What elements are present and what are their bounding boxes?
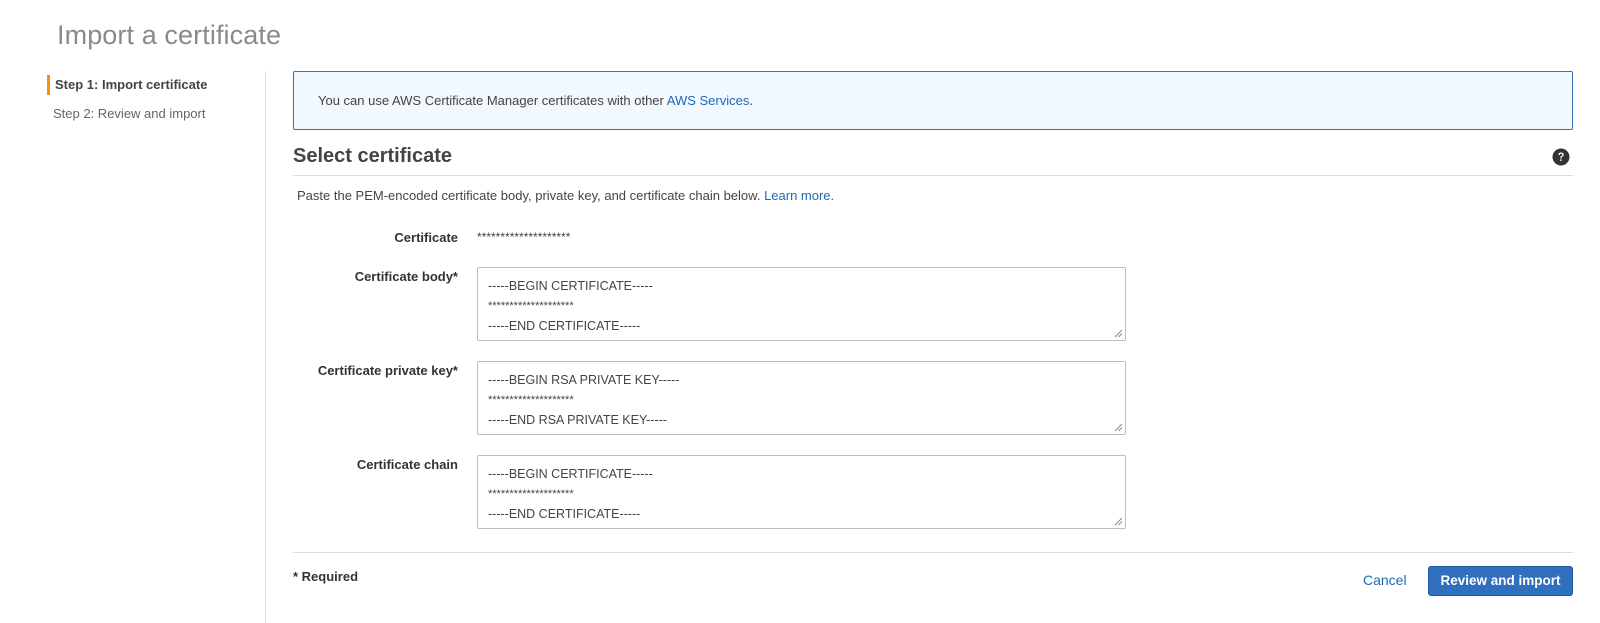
textarea-line: ******************** xyxy=(488,300,574,312)
textarea-line: -----BEGIN CERTIFICATE----- xyxy=(488,467,653,481)
page-title: Import a certificate xyxy=(57,20,282,50)
aws-services-link[interactable]: AWS Services xyxy=(667,93,750,108)
section-divider xyxy=(293,175,1573,176)
certificate-private-key-label: Certificate private key* xyxy=(317,363,458,378)
textarea-line: ******************** xyxy=(488,394,574,406)
certificate-body-label: Certificate body* xyxy=(354,269,458,284)
wizard-steps: Step 1: Import certificate Step 2: Revie… xyxy=(47,75,267,133)
certificate-label: Certificate xyxy=(394,230,458,245)
step-review-and-import[interactable]: Step 2: Review and import xyxy=(47,104,267,124)
description-text: Paste the PEM-encoded certificate body, … xyxy=(297,188,765,203)
cancel-button[interactable]: Cancel xyxy=(1363,572,1407,588)
review-and-import-button[interactable]: Review and import xyxy=(1428,566,1573,596)
sidebar-divider xyxy=(265,71,266,623)
resize-grip-icon[interactable] xyxy=(1114,423,1123,432)
info-suffix: . xyxy=(749,93,753,108)
textarea-line: -----END CERTIFICATE----- xyxy=(488,507,641,521)
textarea-line: -----BEGIN CERTIFICATE----- xyxy=(488,279,653,293)
info-alert: You can use AWS Certificate Manager cert… xyxy=(293,71,1573,130)
info-message: You can use AWS Certificate Manager cert… xyxy=(318,93,753,108)
certificate-chain-textarea[interactable]: -----BEGIN CERTIFICATE----- ************… xyxy=(477,455,1126,529)
section-title: Select certificate xyxy=(293,145,452,167)
certificate-body-textarea[interactable]: -----BEGIN CERTIFICATE----- ************… xyxy=(477,267,1126,341)
certificate-chain-label: Certificate chain xyxy=(356,457,458,472)
footer-divider xyxy=(293,552,1573,553)
learn-more-link[interactable]: Learn more. xyxy=(764,188,834,203)
question-circle-icon[interactable] xyxy=(1552,148,1570,166)
certificate-value: ******************** xyxy=(477,230,571,244)
info-text: You can use AWS Certificate Manager cert… xyxy=(318,93,667,108)
resize-grip-icon[interactable] xyxy=(1114,329,1123,338)
certificate-private-key-textarea[interactable]: -----BEGIN RSA PRIVATE KEY----- ********… xyxy=(477,361,1126,435)
step-import-certificate[interactable]: Step 1: Import certificate xyxy=(47,75,267,95)
textarea-line: -----END RSA PRIVATE KEY----- xyxy=(488,413,667,427)
textarea-line: -----BEGIN RSA PRIVATE KEY----- xyxy=(488,373,680,387)
textarea-line: ******************** xyxy=(488,488,574,500)
required-note: * Required xyxy=(293,569,359,584)
section-description: Paste the PEM-encoded certificate body, … xyxy=(297,188,834,203)
resize-grip-icon[interactable] xyxy=(1114,517,1123,526)
textarea-line: -----END CERTIFICATE----- xyxy=(488,319,641,333)
